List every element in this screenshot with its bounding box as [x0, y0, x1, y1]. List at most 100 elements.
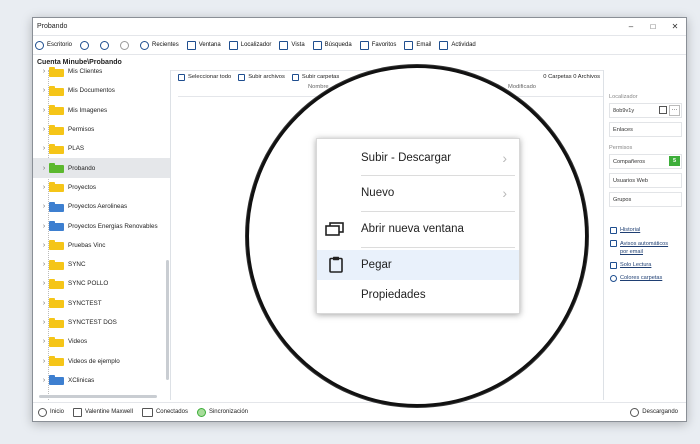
home-status[interactable]: Inicio [38, 407, 64, 417]
upload-files-button[interactable]: Subir archivos [238, 73, 285, 81]
expand-chevron-icon[interactable]: › [39, 280, 49, 287]
expand-chevron-icon[interactable]: › [39, 261, 49, 268]
folder-icon [49, 278, 64, 289]
expand-chevron-icon[interactable]: › [39, 68, 49, 75]
toolbar-button-localizador[interactable]: Localizador [228, 40, 271, 50]
tree-item[interactable]: › Permisos [33, 120, 170, 139]
context-menu: Subir - Descargar › Nuevo › Abrir nueva vent… [316, 138, 520, 314]
folder-icon [49, 259, 64, 270]
upload-folders-label: Subir carpetas [301, 74, 340, 80]
download-status[interactable]: Descargando [630, 407, 678, 417]
locator-field[interactable]: 8ob9v1y … [609, 103, 682, 118]
expand-chevron-icon[interactable]: › [39, 203, 49, 210]
toolbar-button-ventana[interactable]: Ventana [186, 40, 221, 50]
tree-item[interactable]: › XClinicas [33, 371, 170, 390]
tree-item[interactable]: › SYNCTEST [33, 294, 170, 313]
toolbar-label: Email [416, 42, 432, 48]
desktop-icon [35, 40, 44, 50]
folder-icon [49, 105, 64, 116]
auto-notices-link[interactable]: Avisos automáticos por email [610, 240, 686, 256]
tree-item[interactable]: › SYNCTEST DOS [33, 313, 170, 332]
expand-chevron-icon[interactable]: › [39, 165, 49, 172]
tree-item[interactable]: › Pruebas Vinc [33, 236, 170, 255]
expand-chevron-icon[interactable]: › [39, 223, 49, 230]
folder-icon [49, 182, 64, 193]
minimize-button[interactable]: – [620, 18, 642, 35]
more-button[interactable]: … [669, 105, 680, 116]
expand-chevron-icon[interactable]: › [39, 87, 49, 94]
folder-icon [49, 221, 64, 232]
favorites-icon [359, 40, 369, 50]
companions-count-badge[interactable]: 5 [669, 156, 680, 166]
tree-item[interactable]: › Mis Documentos [33, 81, 170, 100]
tree-item[interactable]: › Mis Clientes [33, 62, 170, 81]
menu-item-label: Abrir nueva ventana [361, 223, 464, 235]
paste-icon [329, 256, 343, 273]
expand-chevron-icon[interactable]: › [39, 319, 49, 326]
expand-chevron-icon[interactable]: › [39, 242, 49, 249]
menu-item-nuevo[interactable]: Nuevo › [317, 178, 519, 208]
connected-status[interactable]: Conectados [141, 407, 188, 417]
tree-item[interactable]: › Probando [33, 158, 170, 178]
tree-item[interactable]: › PLAS [33, 139, 170, 158]
tree-item[interactable]: › SYNC [33, 255, 170, 274]
tree-item[interactable]: › Proyectos Aerolineas [33, 197, 170, 216]
expand-chevron-icon[interactable]: › [39, 377, 49, 384]
new-window-icon [325, 222, 344, 236]
sync-status[interactable]: Sincronización [196, 407, 248, 417]
expand-chevron-icon[interactable]: › [39, 300, 49, 307]
tree-item[interactable]: › Mis Imagenes [33, 101, 170, 120]
tree-item[interactable]: › Proyectos [33, 178, 170, 197]
history-link[interactable]: Historial [610, 227, 686, 234]
links-field[interactable]: Enlaces [609, 122, 682, 137]
tree-item-label: Mis Imagenes [68, 106, 108, 114]
maximize-button[interactable]: □ [642, 18, 664, 35]
toolbar-button-up[interactable] [100, 40, 112, 50]
toolbar-button-favoritos[interactable]: Favoritos [359, 40, 396, 50]
tree-horizontal-scrollbar[interactable] [39, 395, 157, 398]
auto-notices-label: Avisos automáticos por email [620, 241, 669, 255]
toolbar-button-email[interactable]: Email [404, 40, 432, 50]
expand-chevron-icon[interactable]: › [39, 184, 49, 191]
menu-item-abrir-nueva-ventana[interactable]: Abrir nueva ventana [317, 214, 519, 244]
toolbar-button-vista[interactable]: Vista [279, 40, 305, 50]
palette-icon [610, 275, 617, 282]
expand-chevron-icon[interactable]: › [39, 145, 49, 152]
download-icon [630, 407, 640, 417]
tree-vertical-scrollbar[interactable] [166, 260, 169, 380]
web-users-field[interactable]: Usuarios Web [609, 173, 682, 188]
properties-panel: Localizador 8ob9v1y … Enlaces Permisos C… [603, 70, 686, 400]
toolbar-button-forward[interactable] [120, 40, 132, 50]
read-only-link[interactable]: Solo Lectura [610, 262, 686, 269]
close-button[interactable]: ✕ [664, 18, 686, 35]
toolbar-button-búsqueda[interactable]: Búsqueda [312, 40, 352, 50]
tree-item-label: SYNCTEST DOS [68, 319, 117, 326]
expand-chevron-icon[interactable]: › [39, 107, 49, 114]
tree-item[interactable]: › Proyectos Energias Renovables [33, 216, 170, 235]
tree-item[interactable]: › Videos de ejemplo [33, 351, 170, 370]
companions-label: Compañeros [613, 158, 646, 165]
menu-item-pegar[interactable]: Pegar [317, 250, 519, 280]
menu-item-propiedades[interactable]: Propiedades [317, 280, 519, 310]
expand-chevron-icon[interactable]: › [39, 358, 49, 365]
toolbar-button-escritorio[interactable]: Escritorio [35, 40, 72, 50]
tree-item[interactable]: › SYNC POLLO [33, 274, 170, 293]
tree-item[interactable]: › Videos [33, 332, 170, 351]
companions-field[interactable]: Compañeros 5 [609, 154, 682, 169]
select-all-button[interactable]: Seleccionar todo [178, 73, 231, 81]
toolbar-label: Recientes [152, 42, 179, 48]
groups-field[interactable]: Grupos [609, 192, 682, 207]
toolbar-button-back[interactable] [80, 40, 92, 50]
toolbar-button-recientes[interactable]: Recientes [140, 40, 179, 50]
folder-colors-link[interactable]: Colores carpetas [610, 275, 686, 282]
toolbar-button-actividad[interactable]: Actividad [439, 40, 476, 50]
copy-icon[interactable] [659, 106, 667, 114]
expand-chevron-icon[interactable]: › [39, 338, 49, 345]
expand-chevron-icon[interactable]: › [39, 126, 49, 133]
upload-folders-button[interactable]: Subir carpetas [291, 73, 340, 81]
menu-item-subir-descargar[interactable]: Subir - Descargar › [317, 143, 519, 173]
view-icon [279, 40, 289, 50]
tree-item-label: Pruebas Vinc [68, 241, 106, 249]
folder-icon [49, 375, 64, 386]
user-status[interactable]: Valentine Maxwell [73, 407, 133, 417]
